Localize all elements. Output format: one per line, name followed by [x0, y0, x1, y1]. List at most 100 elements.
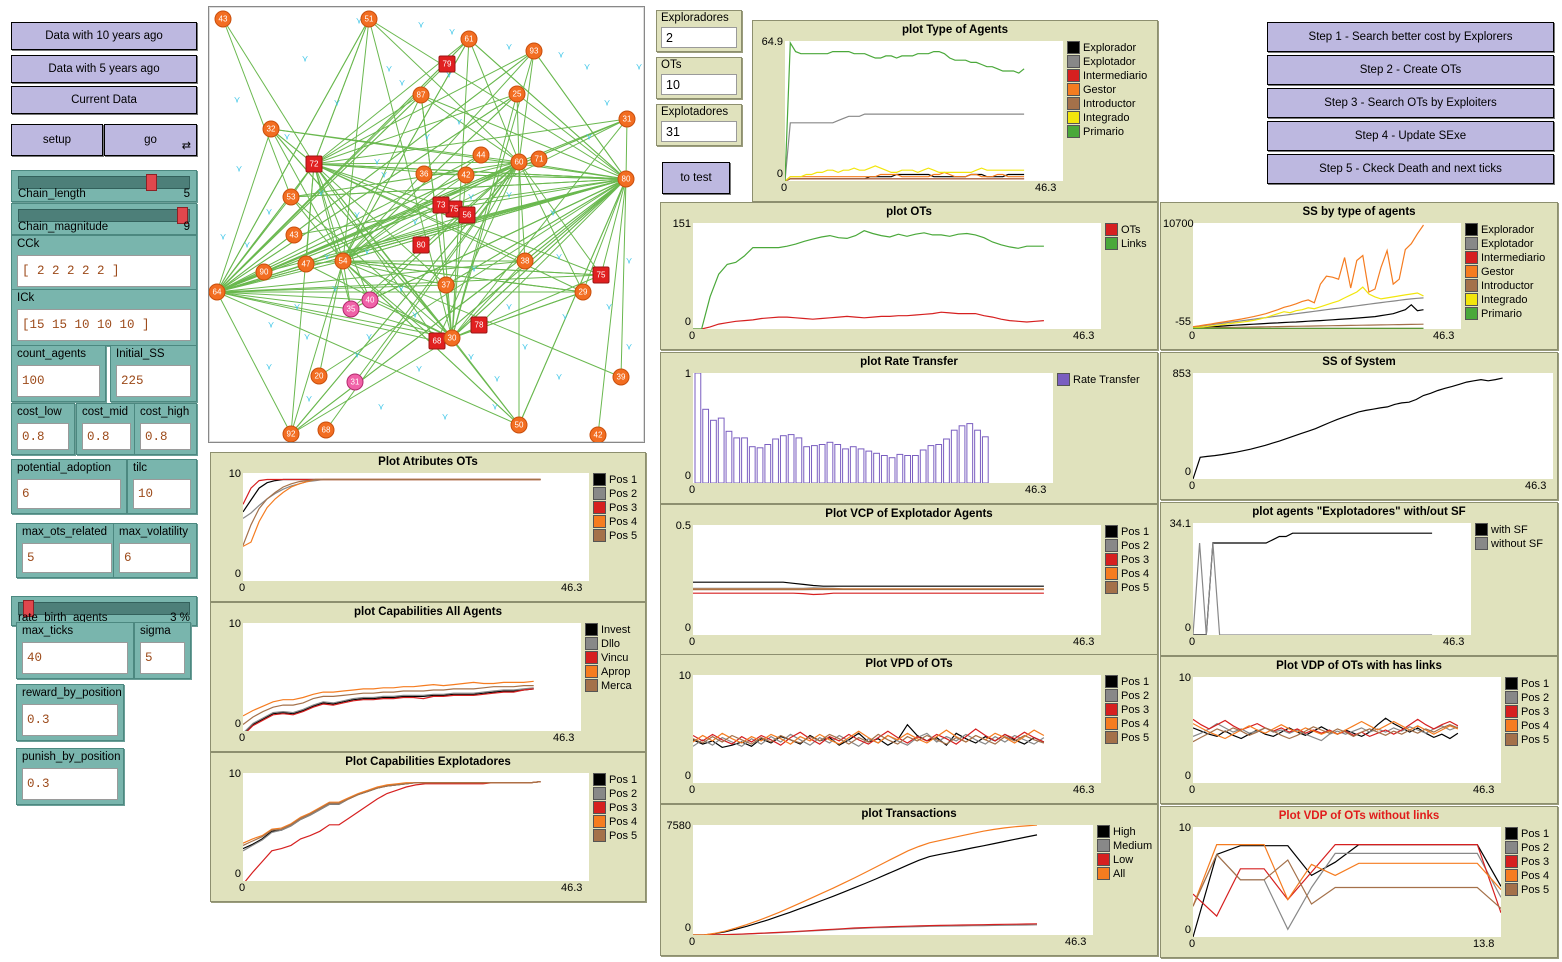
plot-canvas — [693, 825, 1093, 935]
input-ick[interactable]: ICk [15 15 10 10 10 ] — [11, 289, 197, 346]
world-node[interactable]: 61 — [460, 30, 478, 48]
input-potential_adoption[interactable]: potential_adoption 6 — [11, 459, 127, 514]
world-node[interactable]: 50 — [510, 416, 528, 434]
step-3-button[interactable]: Step 3 - Search OTs by Exploiters — [1267, 88, 1554, 118]
world-view[interactable]: 43 51 61 93 79 87 25 31 32 72 44 60 71 36 42 80 53 75 56 73… — [208, 6, 645, 443]
input-field[interactable]: [ 2 2 2 2 2 ] — [17, 255, 191, 287]
slider-chain_length[interactable]: Chain_length 5 — [11, 170, 197, 202]
world-node[interactable]: 36 — [415, 165, 433, 183]
world-node[interactable]: 87 — [412, 86, 430, 104]
world-node[interactable]: 30 — [443, 329, 461, 347]
world-node[interactable]: 31 — [346, 373, 364, 391]
input-reward_by_position[interactable]: reward_by_position 0.3 — [16, 684, 124, 741]
input-cost_low[interactable]: cost_low 0.8 — [11, 403, 75, 455]
input-label: potential_adoption — [17, 462, 111, 474]
go-button[interactable]: go ⇄ — [104, 124, 197, 156]
setup-button[interactable]: setup — [11, 124, 103, 156]
world-node[interactable]: 20 — [310, 367, 328, 385]
legend-label: Primario — [1481, 307, 1522, 320]
input-field[interactable]: 10 — [133, 479, 191, 509]
world-node[interactable]: 38 — [516, 252, 534, 270]
input-field[interactable]: 5 — [22, 543, 112, 573]
world-node[interactable]: 47 — [297, 255, 315, 273]
input-count_agents[interactable]: count_agents 100 — [11, 345, 106, 402]
legend-item: Integrado — [1067, 111, 1157, 124]
world-node[interactable]: 92 — [282, 425, 300, 442]
world-node[interactable]: 60 — [510, 153, 528, 171]
world-node[interactable]: 25 — [508, 85, 526, 103]
step-5-button[interactable]: Step 5 - Ckeck Death and next ticks — [1267, 154, 1554, 184]
input-punish_by_position[interactable]: punish_by_position 0.3 — [16, 748, 124, 805]
legend-label: Dllo — [601, 637, 620, 650]
input-field[interactable]: 0.3 — [22, 704, 118, 736]
plot-title: Plot Capabilities Explotadores — [345, 756, 511, 768]
y-axis-min-label: 0 — [684, 470, 691, 482]
agent-glyph-icon: ⋎ — [555, 251, 563, 262]
input-field[interactable]: 40 — [22, 642, 128, 674]
x-axis-min-label: 0 — [1189, 480, 1196, 492]
input-field[interactable]: 225 — [116, 365, 191, 397]
world-node[interactable]: 43 — [285, 226, 303, 244]
world-node[interactable]: 42 — [457, 166, 475, 184]
input-max_ticks[interactable]: max_ticks 40 — [16, 622, 134, 679]
data-5-years-button[interactable]: Data with 5 years ago — [11, 55, 197, 83]
world-node[interactable]: 43 — [214, 10, 232, 28]
world-node[interactable]: 68 — [317, 421, 335, 439]
world-node[interactable]: 93 — [525, 42, 543, 60]
world-node[interactable]: 44 — [472, 146, 490, 164]
data-10-years-button[interactable]: Data with 10 years ago — [11, 22, 197, 50]
world-node[interactable]: 80 — [617, 170, 635, 188]
step-1-button[interactable]: Step 1 - Search better cost by Explorers — [1267, 22, 1554, 52]
input-field[interactable]: 0.8 — [82, 423, 131, 450]
world-node[interactable]: 42 — [589, 426, 607, 442]
plot-transactions: plot Transactions 7580 0 0 46.3 High Medium Low… — [660, 804, 1158, 956]
world-node[interactable]: 80 — [412, 236, 430, 254]
input-field[interactable]: 0.8 — [140, 423, 191, 450]
input-initial_ss[interactable]: Initial_SS 225 — [110, 345, 197, 402]
legend-label: Pos 4 — [1121, 717, 1150, 730]
world-node[interactable]: 39 — [612, 368, 630, 386]
input-max_ots_related[interactable]: max_ots_related 5 — [16, 523, 118, 578]
input-cost_high[interactable]: cost_high 0.8 — [134, 403, 197, 455]
world-node[interactable]: 31 — [618, 110, 636, 128]
world-node[interactable]: 56 — [458, 206, 476, 224]
step-2-button[interactable]: Step 2 - Create OTs — [1267, 55, 1554, 85]
input-field[interactable]: 6 — [119, 543, 191, 573]
world-node[interactable]: 79 — [438, 55, 456, 73]
input-field[interactable]: 6 — [17, 479, 121, 509]
world-node[interactable]: 32 — [262, 120, 280, 138]
world-node[interactable]: 37 — [437, 276, 455, 294]
input-cck[interactable]: CCk [ 2 2 2 2 2 ] — [11, 235, 197, 292]
world-node[interactable]: 29 — [574, 283, 592, 301]
legend-item: Explotador — [1465, 237, 1557, 250]
input-field[interactable]: 0.3 — [22, 768, 118, 800]
input-field[interactable]: [15 15 10 10 10 ] — [17, 309, 191, 341]
input-field[interactable]: 5 — [140, 642, 185, 674]
world-node[interactable]: 35 — [342, 300, 360, 318]
input-field[interactable]: 100 — [17, 365, 100, 397]
world-node[interactable]: 73 — [432, 196, 450, 214]
input-max_volatility[interactable]: max_volatility 6 — [113, 523, 197, 578]
world-node[interactable]: 40 — [361, 291, 379, 309]
x-axis-min-label: 0 — [689, 330, 696, 342]
step-4-button[interactable]: Step 4 - Update SExe — [1267, 121, 1554, 151]
world-node[interactable]: 64 — [209, 283, 226, 301]
monitor-exploradores: Exploradores 2 — [656, 10, 742, 52]
input-tilc[interactable]: tilc 10 — [127, 459, 197, 514]
world-node[interactable]: 75 — [592, 266, 610, 284]
world-node[interactable]: 90 — [255, 263, 273, 281]
slider-thumb[interactable] — [145, 174, 157, 191]
current-data-button[interactable]: Current Data — [11, 86, 197, 114]
input-label: reward_by_position — [22, 687, 122, 699]
world-node[interactable]: 72 — [305, 155, 323, 173]
world-node[interactable]: 54 — [334, 252, 352, 270]
slider-chain_magnitude[interactable]: Chain_magnitude 9 — [11, 203, 197, 235]
input-sigma[interactable]: sigma 5 — [134, 622, 191, 679]
input-field[interactable]: 0.8 — [17, 423, 69, 450]
input-cost_mid[interactable]: cost_mid 0.8 — [76, 403, 137, 455]
world-node[interactable]: 71 — [530, 150, 548, 168]
world-node[interactable]: 51 — [360, 10, 378, 28]
to-test-button[interactable]: to test — [662, 162, 730, 194]
world-node[interactable]: 78 — [470, 316, 488, 334]
world-node[interactable]: 53 — [282, 188, 300, 206]
